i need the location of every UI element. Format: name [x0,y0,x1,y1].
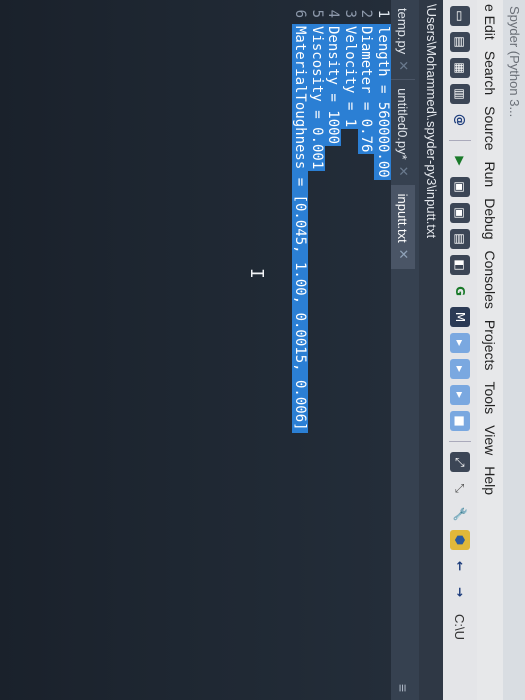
line-number: 2 [358,9,375,18]
stop-debug-icon[interactable]: ■ [450,411,470,431]
menu-tools[interactable]: Tools [482,381,498,414]
forward-arrow-icon[interactable]: → [450,582,470,602]
back-arrow-icon[interactable]: ← [450,556,470,576]
run-cell-icon[interactable]: ▣ [450,177,470,197]
tab-label: untitled0.py* [395,88,411,160]
debug-icon[interactable]: ◧ [450,255,470,275]
text-cursor-icon: I [246,268,267,279]
code-editor[interactable]: 1 length = 560000.00 2 Diameter = 0.76 3… [0,0,391,700]
close-icon[interactable]: ✕ [395,60,411,71]
line-number: 1 [375,9,391,18]
tab-label: inputt.txt [395,193,411,243]
menu-bar: e Edit Search Source Run Debug Consoles … [477,0,503,700]
file-path: \Users\Mohammed\.spyder-py3\inputt.txt [419,0,443,700]
line-text[interactable]: Diameter = 0.76 [358,24,375,155]
menu-search[interactable]: Search [482,51,498,95]
menu-help[interactable]: Help [482,466,498,495]
line-text[interactable]: MaterialToughness = [0.045, 1.00, 0.0015… [292,24,309,433]
continue-icon[interactable]: ▸ [450,385,470,405]
step-into-icon[interactable]: ▸ [450,333,470,353]
menu-debug[interactable]: Debug [482,198,498,239]
toolbar-divider [449,441,471,442]
spyder-window: Spyder (Python 3... e Edit Search Source… [0,0,525,700]
working-dir-path[interactable]: C:\U [453,614,468,640]
tab-label: temp.py [395,8,411,55]
line-text[interactable]: length = 560000.00 [374,24,391,180]
menu-consoles[interactable]: Consoles [482,250,498,308]
toolbar-divider [449,140,471,141]
editor-tabs: temp.py ✕ untitled0.py* ✕ inputt.txt ✕ ≡ [391,0,419,700]
toolbar: ▭ ▤ ▦ ▥ @ ▶ ▣ ▣ ▤ ◧ G M ▸ ▸ ▸ ■ ⤢ ⤡ 🔧 ⬢ … [442,0,477,700]
python-icon[interactable]: ⬢ [450,530,470,550]
editor-line: 2 Diameter = 0.76 [358,0,375,700]
line-text[interactable]: Velocity = 1 [341,24,358,130]
menu-run[interactable]: Run [482,162,498,188]
window-title: Spyder (Python 3... [503,0,525,700]
save-icon[interactable]: ▦ [450,58,470,78]
new-file-icon[interactable]: ▭ [450,6,470,26]
open-folder-icon[interactable]: ▤ [450,32,470,52]
line-number: 3 [342,9,358,18]
stop-icon[interactable]: M [450,307,470,327]
editor-line: 3 Velocity = 1 [341,0,358,700]
menu-projects[interactable]: Projects [482,320,498,371]
line-text[interactable]: Viscosity = 0.001 [308,24,325,172]
line-text[interactable]: Density = 1000 [325,24,342,147]
fullscreen-icon[interactable]: ⤡ [450,478,470,498]
close-icon[interactable]: ✕ [395,249,411,260]
run-selection-icon[interactable]: ▤ [450,229,470,249]
editor-line: 6 MaterialToughness = [0.045, 1.00, 0.00… [292,0,309,700]
tab-inputt-txt[interactable]: inputt.txt ✕ [391,185,415,269]
menu-source[interactable]: Source [482,106,498,150]
maximize-icon[interactable]: ⤢ [450,452,470,472]
step-icon[interactable]: G [450,281,470,301]
run-icon[interactable]: ▶ [450,151,470,171]
line-number: 5 [309,9,325,18]
editor-line: 1 length = 560000.00 [374,0,391,700]
line-number: 6 [292,9,309,18]
menu-view[interactable]: View [482,425,498,455]
menu-edit[interactable]: e Edit [482,4,498,40]
at-icon[interactable]: @ [450,110,470,130]
tools-icon[interactable]: 🔧 [450,504,470,524]
tab-untitled0-py[interactable]: untitled0.py* ✕ [391,80,415,186]
tab-menu-icon[interactable]: ≡ [391,684,415,692]
line-number: 4 [325,9,342,18]
editor-line: 4 Density = 1000 [325,0,342,700]
step-return-icon[interactable]: ▸ [450,359,470,379]
close-icon[interactable]: ✕ [395,166,411,177]
run-cell-advance-icon[interactable]: ▣ [450,203,470,223]
editor-line: 5 Viscosity = 0.001 [308,0,325,700]
save-all-icon[interactable]: ▥ [450,84,470,104]
tab-temp-py[interactable]: temp.py ✕ [391,0,415,81]
